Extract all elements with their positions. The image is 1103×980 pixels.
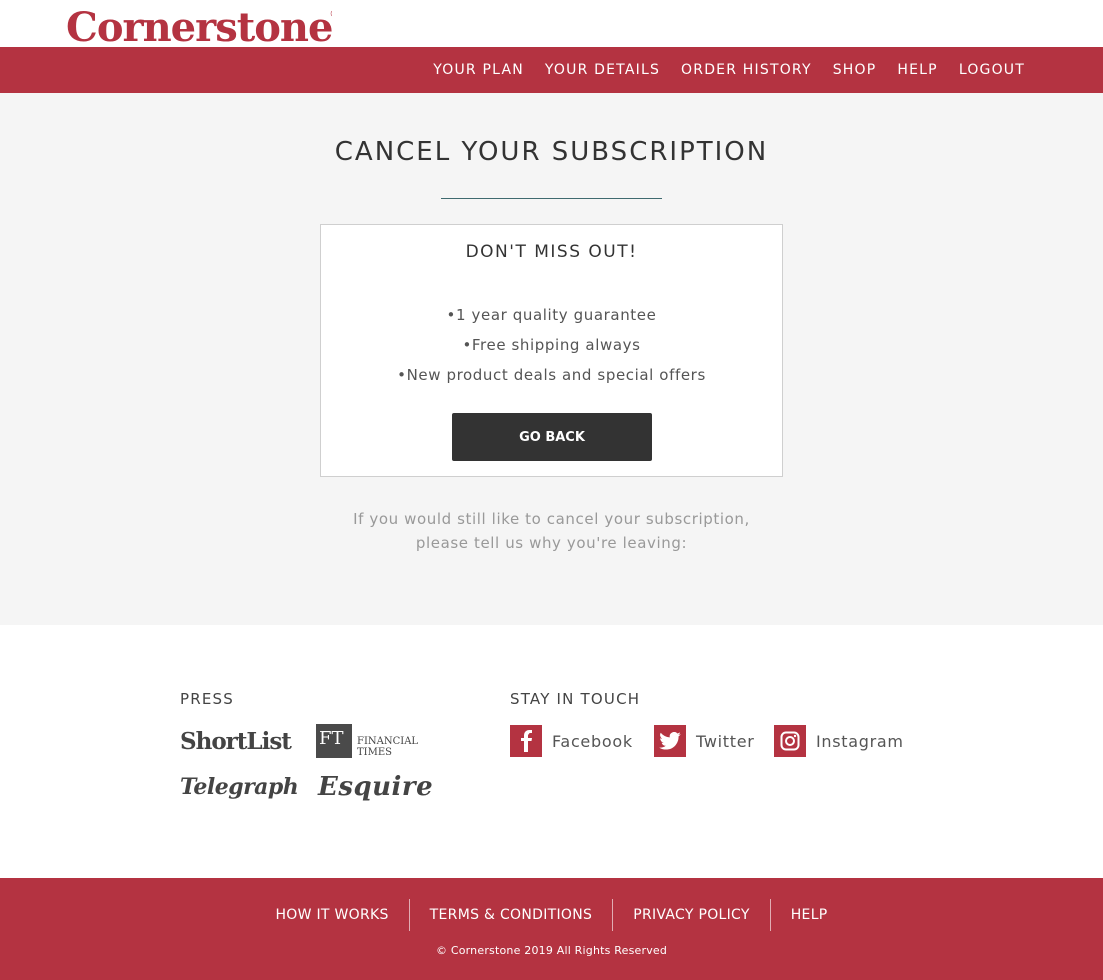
shortlist-logo: ShortList [180, 728, 292, 755]
footer: HOW IT WORKS TERMS & CONDITIONS PRIVACY … [0, 878, 1103, 980]
footer-help[interactable]: HELP [771, 899, 848, 931]
twitter-icon [654, 725, 686, 757]
cancel-reason-prompt: If you would still like to cancel your s… [0, 507, 1103, 555]
esquire-logo: Esquire [318, 772, 434, 802]
facebook-icon [510, 725, 542, 757]
page-title: CANCEL YOUR SUBSCRIPTION [334, 137, 769, 167]
nav-menu: YOUR PLAN YOUR DETAILS ORDER HISTORY SHO… [433, 47, 1025, 93]
main-navigation: YOUR PLAN YOUR DETAILS ORDER HISTORY SHO… [0, 47, 1103, 93]
nav-your-plan[interactable]: YOUR PLAN [433, 62, 524, 78]
telegraph-logo: Telegraph [180, 774, 299, 800]
facebook-link[interactable]: Facebook [510, 725, 633, 757]
instagram-link[interactable]: Instagram [774, 725, 904, 757]
card-title: DON'T MISS OUT! [465, 242, 638, 262]
go-back-button[interactable]: GO BACK [452, 413, 652, 461]
logo-text: Cornerstone [66, 4, 333, 51]
financial-times-logo: FT FINANCIAL TIMES [316, 724, 418, 758]
twitter-link[interactable]: Twitter [654, 725, 755, 757]
perk-item: New product deals and special offers [321, 360, 782, 390]
nav-logout[interactable]: LOGOUT [959, 62, 1025, 78]
press-heading: PRESS [180, 690, 234, 708]
footer-terms-conditions[interactable]: TERMS & CONDITIONS [410, 899, 613, 931]
ft-line-2: TIMES [357, 747, 393, 758]
ft-line-1: FINANCIAL [357, 736, 419, 747]
title-divider [441, 198, 662, 199]
top-bar: Cornerstone® [0, 0, 1103, 51]
perk-item: Free shipping always [321, 330, 782, 360]
footer-links: HOW IT WORKS TERMS & CONDITIONS PRIVACY … [0, 899, 1103, 931]
nav-help[interactable]: HELP [897, 62, 937, 78]
stay-in-touch-heading: STAY IN TOUCH [510, 690, 641, 708]
cancel-prompt-line-1: If you would still like to cancel your s… [353, 510, 750, 528]
copyright-text: © Cornerstone 2019 All Rights Reserved [435, 944, 668, 957]
ft-box: FT [316, 724, 352, 758]
twitter-label: Twitter [696, 731, 755, 751]
nav-your-details[interactable]: YOUR DETAILS [545, 62, 660, 78]
cancel-prompt-line-2: please tell us why you're leaving: [415, 534, 688, 552]
perk-item: 1 year quality guarantee [321, 300, 782, 330]
instagram-label: Instagram [816, 731, 904, 751]
nav-shop[interactable]: SHOP [833, 62, 877, 78]
perks-list: 1 year quality guarantee Free shipping a… [321, 300, 782, 390]
cancel-section: CANCEL YOUR SUBSCRIPTION DON'T MISS OUT!… [0, 93, 1103, 625]
instagram-icon [774, 725, 806, 757]
footer-how-it-works[interactable]: HOW IT WORKS [255, 899, 408, 931]
facebook-label: Facebook [552, 731, 633, 751]
footer-privacy-policy[interactable]: PRIVACY POLICY [613, 899, 770, 931]
ft-wordmark: FINANCIAL TIMES [357, 736, 418, 758]
cornerstone-logo[interactable]: Cornerstone® [66, 4, 332, 51]
registered-mark: ® [329, 10, 332, 20]
retention-card: DON'T MISS OUT! 1 year quality guarantee… [320, 224, 783, 477]
nav-order-history[interactable]: ORDER HISTORY [681, 62, 812, 78]
